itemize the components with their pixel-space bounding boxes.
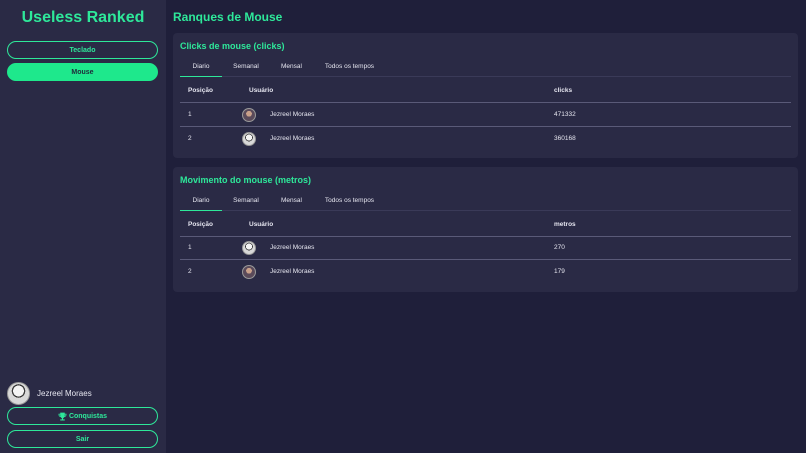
tab-todos-os-tempos[interactable]: Todos os tempos xyxy=(313,56,386,77)
rank-cell: 1 xyxy=(188,244,192,251)
table-row: 2 Jezreel Moraes 179 xyxy=(180,260,791,284)
tab-todos-os-tempos[interactable]: Todos os tempos xyxy=(313,190,386,211)
table-header: Posição Usuário clicks xyxy=(180,78,791,103)
trophy-icon xyxy=(58,412,67,420)
user-cell: Jezreel Moraes xyxy=(270,268,315,275)
column-header: Usuário xyxy=(249,221,274,228)
tab-semanal[interactable]: Semanal xyxy=(222,190,270,211)
value-cell: 270 xyxy=(554,244,565,251)
user-cell: Jezreel Moraes xyxy=(270,244,315,251)
tab-mensal[interactable]: Mensal xyxy=(270,56,313,77)
card-title: Movimento do mouse (metros) xyxy=(180,175,312,185)
sidebar: Useless Ranked Teclado Mouse Jezreel Mor… xyxy=(0,0,166,453)
rank-cell: 2 xyxy=(188,268,192,275)
value-cell: 179 xyxy=(554,268,565,275)
user-name: Jezreel Moraes xyxy=(37,389,92,398)
avatar xyxy=(7,382,30,405)
avatar xyxy=(242,265,256,279)
table-header: Posição Usuário metros xyxy=(180,212,791,237)
logout-button[interactable]: Sair xyxy=(7,430,158,448)
movement-card: Movimento do mouse (metros) Diario Seman… xyxy=(173,167,798,292)
avatar xyxy=(242,132,256,146)
card-title: Clicks de mouse (clicks) xyxy=(180,41,285,51)
tab-diario[interactable]: Diario xyxy=(180,56,222,77)
tab-diario[interactable]: Diario xyxy=(180,190,222,211)
value-cell: 360168 xyxy=(554,135,576,142)
page-title: Ranques de Mouse xyxy=(173,10,283,24)
table-row: 1 Jezreel Moraes 471332 xyxy=(180,103,791,127)
avatar xyxy=(242,108,256,122)
value-cell: 471332 xyxy=(554,111,576,118)
tab-semanal[interactable]: Semanal xyxy=(222,56,270,77)
column-header: Usuário xyxy=(249,87,274,94)
user-profile: Jezreel Moraes xyxy=(7,382,92,405)
nav-mouse-button[interactable]: Mouse xyxy=(7,63,158,81)
column-header: Posição xyxy=(188,221,213,228)
user-cell: Jezreel Moraes xyxy=(270,111,315,118)
rank-cell: 2 xyxy=(188,135,192,142)
clicks-card: Clicks de mouse (clicks) Diario Semanal … xyxy=(173,33,798,158)
column-header: Posição xyxy=(188,87,213,94)
period-tabs: Diario Semanal Mensal Todos os tempos xyxy=(180,56,791,77)
achievements-button[interactable]: Conquistas xyxy=(7,407,158,425)
achievements-label: Conquistas xyxy=(68,412,108,420)
table-row: 2 Jezreel Moraes 360168 xyxy=(180,127,791,151)
nav-teclado-button[interactable]: Teclado xyxy=(7,41,158,59)
period-tabs: Diario Semanal Mensal Todos os tempos xyxy=(180,190,791,211)
table-row: 1 Jezreel Moraes 270 xyxy=(180,236,791,260)
tab-mensal[interactable]: Mensal xyxy=(270,190,313,211)
column-header: metros xyxy=(554,221,576,228)
app-title: Useless Ranked xyxy=(21,9,145,26)
avatar xyxy=(242,241,256,255)
rank-cell: 1 xyxy=(188,111,192,118)
user-cell: Jezreel Moraes xyxy=(270,135,315,142)
column-header: clicks xyxy=(554,87,573,94)
